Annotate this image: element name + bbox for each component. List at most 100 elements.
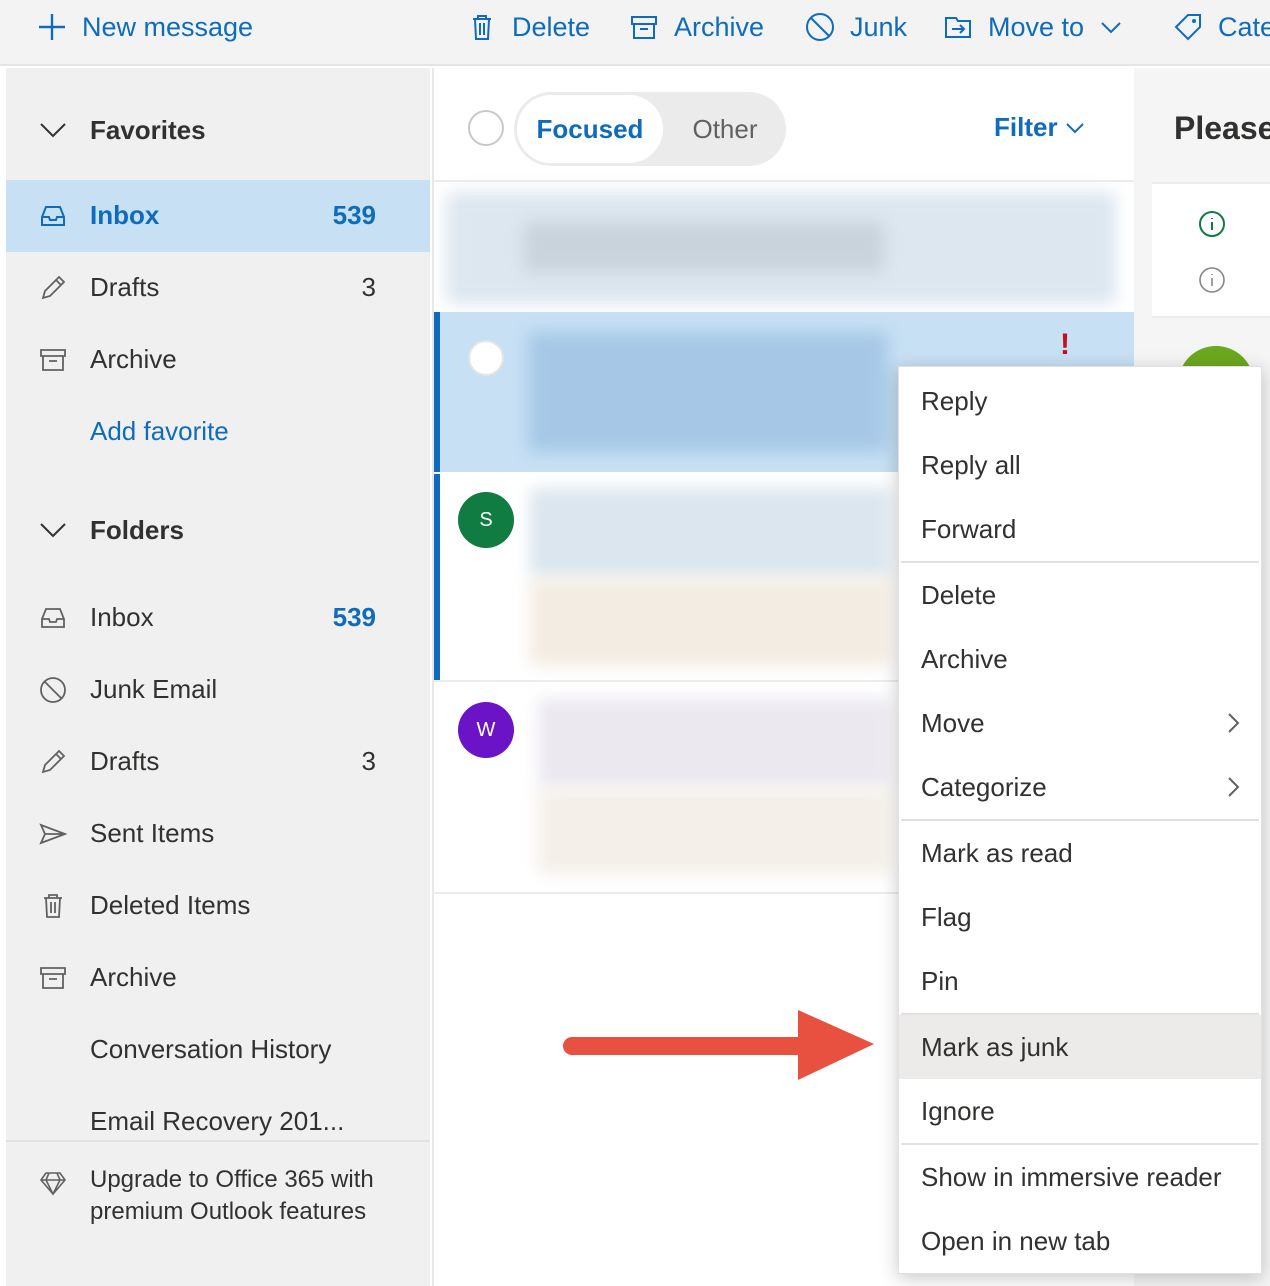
chevron-right-icon bbox=[1228, 777, 1240, 797]
blurred-message-content bbox=[530, 578, 890, 666]
sidebar-item-label: Inbox bbox=[90, 602, 154, 632]
sidebar-item-favorite-inbox[interactable]: Inbox 539 bbox=[6, 180, 430, 252]
move-to-folder-icon bbox=[945, 17, 971, 38]
sidebar-divider bbox=[6, 1140, 430, 1142]
unread-count: 539 bbox=[332, 602, 376, 632]
sidebar-item-label: Conversation History bbox=[90, 1034, 332, 1064]
item-count: 3 bbox=[361, 272, 376, 302]
tab-other[interactable]: Other bbox=[670, 95, 780, 163]
categorize-button[interactable]: Cate bbox=[1172, 0, 1270, 54]
message-subject: Please bbox=[1174, 110, 1270, 146]
context-menu: Reply Reply all Forward Delete Archive M… bbox=[898, 366, 1262, 1274]
chevron-down-icon bbox=[40, 123, 66, 138]
tab-focused[interactable]: Focused bbox=[517, 95, 663, 163]
menu-item-ignore[interactable]: Ignore bbox=[899, 1079, 1261, 1143]
sidebar-item-archive[interactable]: Archive bbox=[6, 942, 430, 1014]
menu-item-label: Move bbox=[921, 707, 985, 738]
inbox-pivot: Focused Other bbox=[514, 92, 786, 166]
select-all-checkbox[interactable] bbox=[468, 110, 504, 146]
menu-item-archive[interactable]: Archive bbox=[899, 627, 1261, 691]
sidebar-item-inbox[interactable]: Inbox 539 bbox=[6, 582, 430, 654]
diamond-icon bbox=[39, 1172, 67, 1196]
pencil-icon bbox=[38, 273, 68, 303]
blurred-message-content bbox=[538, 788, 890, 874]
block-icon bbox=[38, 675, 68, 705]
unread-count: 539 bbox=[332, 200, 376, 230]
menu-item-move[interactable]: Move bbox=[899, 691, 1261, 755]
sidebar-item-label: Sent Items bbox=[90, 818, 215, 848]
sidebar-item-label: Drafts bbox=[90, 746, 160, 776]
filter-label: Filter bbox=[994, 112, 1058, 142]
new-message-label: New message bbox=[82, 11, 254, 42]
folders-header[interactable]: Folders bbox=[38, 510, 184, 550]
sidebar-item-favorite-archive[interactable]: Archive bbox=[6, 324, 430, 396]
menu-item-reply-all[interactable]: Reply all bbox=[899, 433, 1261, 497]
folder-pane: Favorites Inbox 539 Drafts 3 Archive Add… bbox=[6, 68, 430, 1286]
sidebar-item-conversation-history[interactable]: Conversation History bbox=[6, 1014, 430, 1086]
new-message-button[interactable]: New message bbox=[36, 0, 253, 54]
blurred-message-content bbox=[530, 488, 890, 578]
menu-item-label: Categorize bbox=[921, 771, 1047, 802]
unread-indicator bbox=[434, 474, 440, 680]
avatar: W bbox=[458, 702, 514, 758]
avatar: S bbox=[458, 492, 514, 548]
send-icon bbox=[38, 819, 68, 849]
blurred-message-content bbox=[538, 698, 890, 788]
info-icon bbox=[1199, 211, 1225, 237]
trash-icon bbox=[38, 891, 68, 921]
sidebar-item-deleted-items[interactable]: Deleted Items bbox=[6, 870, 430, 942]
message-checkbox[interactable] bbox=[468, 340, 504, 376]
menu-item-mark-as-junk[interactable]: Mark as junk bbox=[899, 1015, 1261, 1079]
archive-icon bbox=[38, 345, 68, 375]
annotation-arrow-icon bbox=[563, 1010, 874, 1080]
filter-button[interactable]: Filter bbox=[994, 112, 1086, 143]
pencil-icon bbox=[38, 747, 68, 777]
inbox-icon bbox=[38, 603, 68, 633]
upgrade-text: Upgrade to Office 365 with premium Outlo… bbox=[90, 1166, 374, 1225]
menu-item-pin[interactable]: Pin bbox=[899, 949, 1261, 1013]
message-list-header: Focused Other Filter bbox=[434, 68, 1134, 182]
info-icon bbox=[1199, 267, 1225, 293]
item-count: 3 bbox=[361, 746, 376, 776]
folders-header-label: Folders bbox=[90, 514, 184, 545]
menu-item-reply[interactable]: Reply bbox=[899, 369, 1261, 433]
categorize-label: Cate bbox=[1218, 11, 1270, 42]
menu-item-delete[interactable]: Delete bbox=[899, 563, 1261, 627]
info-card bbox=[1152, 182, 1270, 318]
plus-icon bbox=[39, 14, 65, 40]
favorites-header-label: Favorites bbox=[90, 114, 206, 145]
importance-mark: ! bbox=[1060, 328, 1070, 361]
sidebar-item-label: Archive bbox=[90, 344, 177, 374]
delete-label: Delete bbox=[512, 11, 591, 42]
sidebar-item-email-recovery[interactable]: Email Recovery 201... bbox=[6, 1086, 430, 1140]
menu-item-mark-as-read[interactable]: Mark as read bbox=[899, 821, 1261, 885]
junk-label: Junk bbox=[850, 11, 908, 42]
delete-button[interactable]: Delete bbox=[466, 0, 590, 54]
tag-icon bbox=[1174, 14, 1201, 41]
junk-button[interactable]: Junk bbox=[804, 0, 907, 54]
sidebar-item-junk-email[interactable]: Junk Email bbox=[6, 654, 430, 726]
menu-item-immersive-reader[interactable]: Show in immersive reader bbox=[899, 1145, 1261, 1209]
menu-item-open-in-new-tab[interactable]: Open in new tab bbox=[899, 1209, 1261, 1273]
menu-item-forward[interactable]: Forward bbox=[899, 497, 1261, 561]
sidebar-item-sent-items[interactable]: Sent Items bbox=[6, 798, 430, 870]
sidebar-item-favorite-drafts[interactable]: Drafts 3 bbox=[6, 252, 430, 324]
blurred-message-content bbox=[528, 332, 888, 452]
sidebar-item-label: Drafts bbox=[90, 272, 160, 302]
message-item[interactable] bbox=[434, 192, 1134, 304]
chevron-down-icon bbox=[1065, 122, 1084, 133]
menu-item-categorize[interactable]: Categorize bbox=[899, 755, 1261, 819]
add-favorite-link[interactable]: Add favorite bbox=[6, 396, 430, 468]
favorites-header[interactable]: Favorites bbox=[38, 110, 206, 150]
sidebar-item-label: Junk Email bbox=[90, 674, 218, 704]
command-bar: New message Delete Archive Junk Move to … bbox=[0, 0, 1270, 66]
move-to-button[interactable]: Move to bbox=[942, 0, 1124, 54]
blurred-message-content bbox=[524, 222, 884, 272]
chevron-down-icon bbox=[1101, 22, 1121, 34]
archive-button[interactable]: Archive bbox=[628, 0, 764, 54]
chevron-down-icon bbox=[40, 523, 66, 538]
inbox-icon bbox=[38, 201, 68, 231]
sidebar-item-drafts[interactable]: Drafts 3 bbox=[6, 726, 430, 798]
menu-item-flag[interactable]: Flag bbox=[899, 885, 1261, 949]
add-favorite-label: Add favorite bbox=[90, 416, 229, 446]
